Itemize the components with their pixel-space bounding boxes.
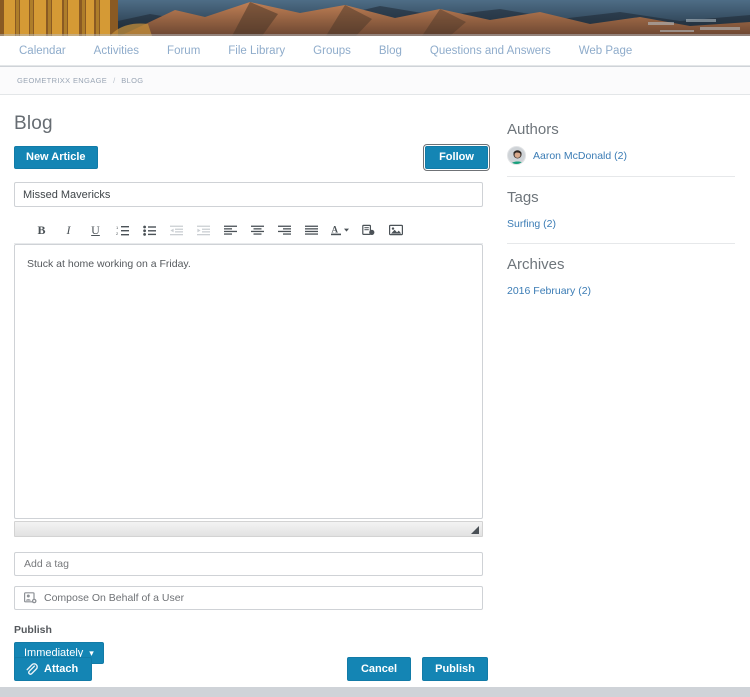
nav-item-blog[interactable]: Blog <box>365 36 416 66</box>
cancel-button[interactable]: Cancel <box>347 657 411 681</box>
sidebar: Authors Aaron McDonald (2) Tags Surfing … <box>507 121 735 322</box>
svg-text:1: 1 <box>116 225 119 230</box>
numbered-list-icon[interactable]: 1 2 <box>109 219 136 241</box>
attach-button[interactable]: Attach <box>14 657 93 681</box>
content-card: Blog New Article Follow B I U 1 2 <box>0 95 750 687</box>
editor-horizontal-scrollbar[interactable] <box>14 521 483 537</box>
article-body-editor[interactable]: Stuck at home working on a Friday. <box>14 244 483 519</box>
main-navigation: Calendar Activities Forum File Library G… <box>0 36 750 66</box>
svg-text:2: 2 <box>116 231 119 236</box>
page-root: Calendar Activities Forum File Library G… <box>0 0 750 697</box>
nav-item-web-page[interactable]: Web Page <box>565 36 647 66</box>
publish-schedule-label: Publish <box>14 624 52 636</box>
nav-item-groups[interactable]: Groups <box>299 36 365 66</box>
nav-item-file-library[interactable]: File Library <box>214 36 299 66</box>
follow-button[interactable]: Follow <box>423 144 490 171</box>
underline-icon[interactable]: U <box>82 219 109 241</box>
form-action-bar: Attach Cancel Publish <box>14 657 488 681</box>
align-right-icon[interactable] <box>271 219 298 241</box>
tag-input[interactable] <box>14 552 483 576</box>
breadcrumb: GEOMETRIXX ENGAGE / BLOG <box>0 67 750 95</box>
author-item[interactable]: Aaron McDonald (2) <box>507 146 735 165</box>
text-color-icon[interactable]: A <box>325 219 355 241</box>
bulleted-list-icon[interactable] <box>136 219 163 241</box>
avatar <box>507 146 526 165</box>
link-icon[interactable] <box>355 219 382 241</box>
breadcrumb-current: BLOG <box>121 76 144 85</box>
archives-title: Archives <box>507 256 565 273</box>
user-card-icon <box>24 592 37 604</box>
article-body-text: Stuck at home working on a Friday. <box>27 258 191 270</box>
attach-button-label: Attach <box>44 662 79 675</box>
compose-on-behalf-label: Compose On Behalf of a User <box>44 592 185 604</box>
paperclip-icon <box>26 662 38 675</box>
primary-actions: Cancel Publish <box>347 657 488 681</box>
align-left-icon[interactable] <box>217 219 244 241</box>
sidebar-section-authors: Authors Aaron McDonald (2) <box>507 121 735 177</box>
sidebar-section-tags: Tags Surfing (2) <box>507 189 735 244</box>
tags-title: Tags <box>507 189 539 206</box>
editor-resize-grip[interactable] <box>470 525 480 535</box>
nav-item-forum[interactable]: Forum <box>153 36 214 66</box>
italic-icon[interactable]: I <box>55 219 82 241</box>
page-title: Blog <box>14 113 53 134</box>
editor-toolbar: B I U 1 2 A <box>14 217 483 244</box>
tag-link[interactable]: Surfing (2) <box>507 218 556 230</box>
nav-item-questions-and-answers[interactable]: Questions and Answers <box>416 36 565 66</box>
main-column: Blog New Article Follow B I U 1 2 <box>14 113 490 664</box>
svg-text:A: A <box>332 225 339 235</box>
compose-on-behalf-field[interactable]: Compose On Behalf of a User <box>14 586 483 610</box>
publish-button[interactable]: Publish <box>422 657 488 681</box>
indent-icon <box>190 219 217 241</box>
image-icon[interactable] <box>382 219 409 241</box>
breadcrumb-separator: / <box>113 76 116 85</box>
bold-icon[interactable]: B <box>28 219 55 241</box>
page-action-row: New Article Follow <box>14 144 490 171</box>
justify-icon[interactable] <box>298 219 325 241</box>
new-article-button[interactable]: New Article <box>14 146 98 169</box>
site-banner-image <box>0 0 750 36</box>
author-link[interactable]: Aaron McDonald (2) <box>533 150 627 162</box>
archive-link[interactable]: 2016 February (2) <box>507 285 591 297</box>
nav-item-calendar[interactable]: Calendar <box>5 36 80 66</box>
nav-item-activities[interactable]: Activities <box>80 36 153 66</box>
align-center-icon[interactable] <box>244 219 271 241</box>
rich-text-editor: B I U 1 2 A Stuck at home working on a F… <box>14 217 483 537</box>
page-bottom-margin <box>0 687 750 697</box>
breadcrumb-root[interactable]: GEOMETRIXX ENGAGE <box>17 76 107 85</box>
sidebar-section-archives: Archives 2016 February (2) <box>507 256 735 310</box>
outdent-icon <box>163 219 190 241</box>
article-title-input[interactable] <box>14 182 483 207</box>
authors-title: Authors <box>507 121 559 138</box>
